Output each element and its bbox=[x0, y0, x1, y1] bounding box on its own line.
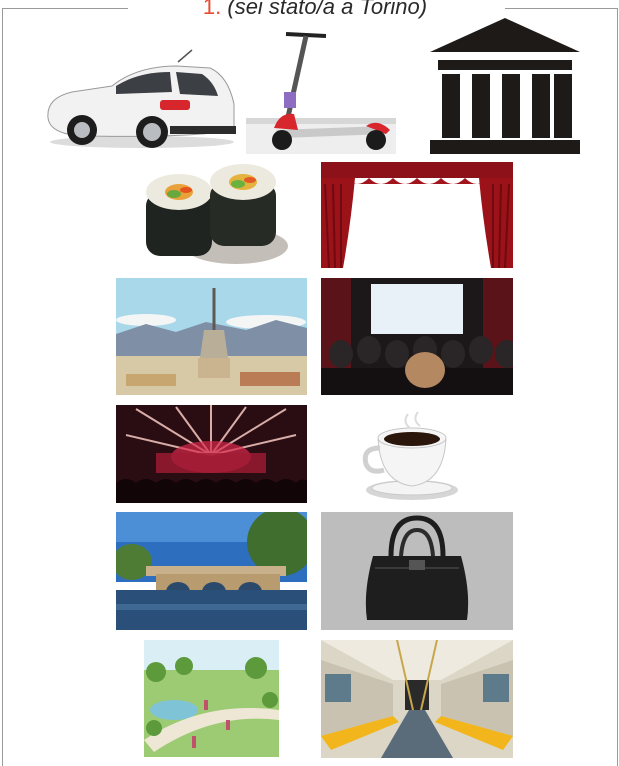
exercise-hint: (sei stato/a a Torino) bbox=[227, 0, 428, 19]
exercise-number: 1. bbox=[202, 0, 222, 19]
frame-right bbox=[617, 8, 618, 766]
concert-image bbox=[116, 405, 307, 503]
river-bridge-image bbox=[116, 512, 307, 630]
metro-train-image bbox=[321, 640, 513, 758]
mole-antonelliana-image bbox=[116, 278, 307, 395]
sushi-image bbox=[140, 158, 290, 270]
frame-top-right bbox=[505, 8, 617, 9]
museum-icon bbox=[428, 18, 582, 154]
frame-left bbox=[2, 8, 3, 766]
frame-top-left bbox=[2, 8, 128, 9]
car-image bbox=[42, 48, 238, 152]
exercise-header: 1. (sei stato/a a Torino) bbox=[130, 0, 500, 20]
theater-curtain-image bbox=[321, 162, 513, 268]
cinema-image bbox=[321, 278, 513, 395]
park-image bbox=[144, 640, 279, 757]
scooter-image bbox=[246, 30, 396, 154]
coffee-cup-image bbox=[358, 408, 462, 504]
handbag-image bbox=[321, 512, 513, 630]
